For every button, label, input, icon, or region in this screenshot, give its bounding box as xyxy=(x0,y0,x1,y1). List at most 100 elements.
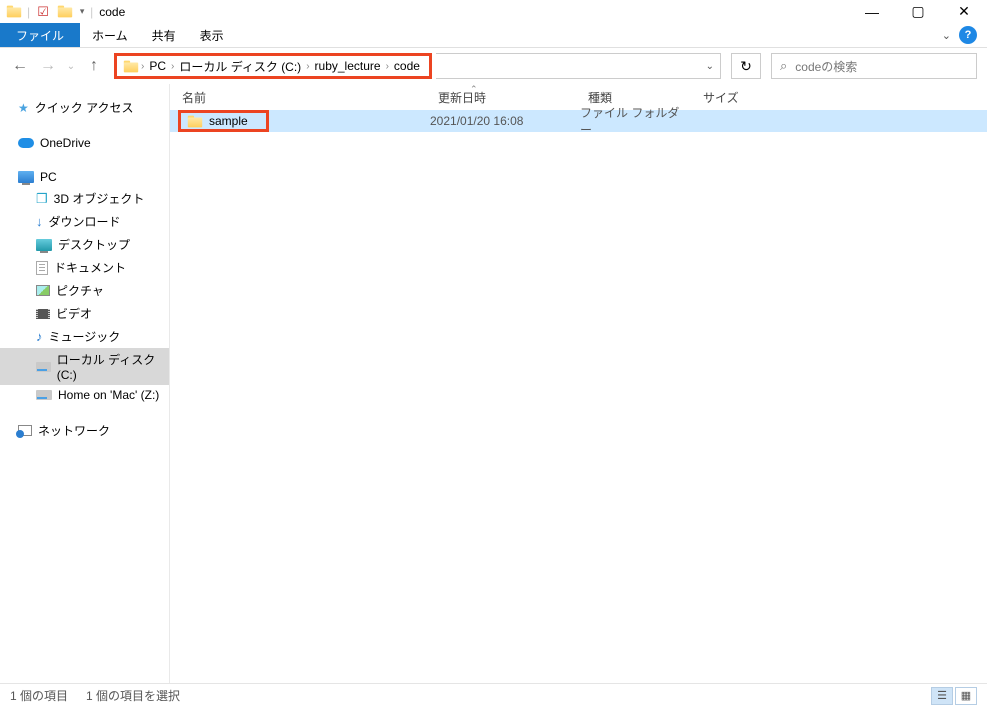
titlebar: | ☑ ▾ | code — ▢ ✕ xyxy=(0,0,987,23)
file-view: 名前 更新日時 種類 サイズ ⌃ sample 2021/01/20 16:08… xyxy=(170,84,987,683)
breadcrumb-folder2[interactable]: code xyxy=(391,59,423,73)
ribbon-tabs: ファイル ホーム 共有 表示 ⌄ ? xyxy=(0,23,987,48)
icons-view-button[interactable]: ▦ xyxy=(955,687,977,705)
refresh-button[interactable]: ↻ xyxy=(731,53,761,79)
sidebar-music[interactable]: ♪ ミュージック xyxy=(0,325,169,348)
sidebar-item-label: ミュージック xyxy=(49,328,121,345)
sidebar-item-label: ビデオ xyxy=(56,305,92,322)
cube-icon: ❒ xyxy=(36,191,48,207)
status-bar: 1 個の項目 1 個の項目を選択 ☰ ▦ xyxy=(0,683,987,707)
sidebar-downloads[interactable]: ↓ダウンロード xyxy=(0,210,169,233)
search-input[interactable]: ⌕ codeの検索 xyxy=(771,53,977,79)
cloud-icon xyxy=(18,138,34,148)
folder-icon xyxy=(3,1,25,23)
window-controls: — ▢ ✕ xyxy=(849,0,987,23)
file-name: sample xyxy=(209,114,248,128)
tab-share[interactable]: 共有 xyxy=(140,23,188,47)
sidebar-desktop[interactable]: デスクトップ xyxy=(0,233,169,256)
qat-dropdown[interactable]: ▾ xyxy=(76,1,88,23)
column-name[interactable]: 名前 xyxy=(170,84,430,110)
sidebar-onedrive[interactable]: OneDrive xyxy=(0,133,169,153)
navigation-pane: ★ クイック アクセス OneDrive PC ❒ 3D オブジェクト ↓ダウンロー… xyxy=(0,84,170,683)
music-icon: ♪ xyxy=(36,329,43,344)
folder-icon xyxy=(54,1,76,23)
ribbon-right: ⌄ ? xyxy=(942,23,987,47)
chevron-right-icon[interactable]: › xyxy=(386,61,389,72)
address-dropdown-icon[interactable]: ⌄ xyxy=(706,61,714,72)
chevron-right-icon[interactable]: › xyxy=(171,61,174,72)
sort-indicator-icon: ⌃ xyxy=(470,84,478,95)
back-button[interactable]: ← xyxy=(8,54,32,78)
sidebar-pc[interactable]: PC xyxy=(0,167,169,187)
file-list[interactable]: sample 2021/01/20 16:08 ファイル フォルダー xyxy=(170,110,987,683)
document-icon xyxy=(36,261,48,275)
search-icon: ⌕ xyxy=(780,58,787,74)
sidebar-item-label: クイック アクセス xyxy=(35,99,134,116)
help-icon[interactable]: ? xyxy=(959,26,977,44)
cell-name-wrapper: sample xyxy=(170,110,430,132)
sidebar-documents[interactable]: ドキュメント xyxy=(0,256,169,279)
sidebar-item-label: ローカル ディスク (C:) xyxy=(57,351,169,382)
column-headers: 名前 更新日時 種類 サイズ ⌃ xyxy=(170,84,987,110)
maximize-button[interactable]: ▢ xyxy=(895,0,941,23)
desktop-icon xyxy=(36,239,52,251)
sidebar-item-label: 3D オブジェクト xyxy=(54,190,145,207)
sidebar-network[interactable]: ネットワーク xyxy=(0,419,169,442)
close-button[interactable]: ✕ xyxy=(941,0,987,23)
address-bar-highlighted[interactable]: › PC › ローカル ディスク (C:) › ruby_lecture › c… xyxy=(114,53,432,79)
tab-home[interactable]: ホーム xyxy=(80,23,140,47)
column-type[interactable]: 種類 xyxy=(580,84,695,110)
minimize-button[interactable]: — xyxy=(849,0,895,23)
view-mode-buttons: ☰ ▦ xyxy=(931,687,977,705)
drive-icon xyxy=(36,390,52,400)
sidebar-pictures[interactable]: ピクチャ xyxy=(0,279,169,302)
sidebar-item-label: ネットワーク xyxy=(38,422,110,439)
file-date: 2021/01/20 16:08 xyxy=(430,114,580,128)
video-icon xyxy=(36,309,50,319)
filename-highlighted: sample xyxy=(178,110,269,132)
folder-icon xyxy=(124,60,138,72)
file-row[interactable]: sample 2021/01/20 16:08 ファイル フォルダー xyxy=(170,110,987,132)
picture-icon xyxy=(36,285,50,296)
sidebar-quick-access[interactable]: ★ クイック アクセス xyxy=(0,96,169,119)
tab-file[interactable]: ファイル xyxy=(0,23,80,47)
forward-button[interactable]: → xyxy=(36,54,60,78)
column-size[interactable]: サイズ xyxy=(695,84,775,110)
window-title: code xyxy=(99,5,125,19)
address-bar-rest[interactable]: ⌄ xyxy=(436,53,721,79)
chevron-right-icon[interactable]: › xyxy=(306,61,309,72)
breadcrumb-folder1[interactable]: ruby_lecture xyxy=(312,59,384,73)
separator: | xyxy=(90,5,93,19)
details-view-button[interactable]: ☰ xyxy=(931,687,953,705)
network-icon xyxy=(18,425,32,436)
body: ★ クイック アクセス OneDrive PC ❒ 3D オブジェクト ↓ダウンロー… xyxy=(0,84,987,683)
up-button[interactable]: ↑ xyxy=(82,54,106,78)
sidebar-item-label: PC xyxy=(40,170,57,184)
breadcrumb-drive[interactable]: ローカル ディスク (C:) xyxy=(176,58,304,75)
download-icon: ↓ xyxy=(36,214,43,229)
sidebar-3d-objects[interactable]: ❒ 3D オブジェクト xyxy=(0,187,169,210)
sidebar-item-label: OneDrive xyxy=(40,136,91,150)
status-item-count: 1 個の項目 xyxy=(10,687,68,704)
sidebar-videos[interactable]: ビデオ xyxy=(0,302,169,325)
star-icon: ★ xyxy=(18,101,29,115)
properties-button[interactable]: ☑ xyxy=(32,1,54,23)
quick-access-toolbar: | ☑ ▾ | xyxy=(3,1,95,23)
sidebar-home-mac[interactable]: Home on 'Mac' (Z:) xyxy=(0,385,169,405)
tab-view[interactable]: 表示 xyxy=(188,23,236,47)
drive-icon xyxy=(36,362,51,372)
sidebar-item-label: Home on 'Mac' (Z:) xyxy=(58,388,159,402)
navigation-bar: ← → ⌄ ↑ › PC › ローカル ディスク (C:) › ruby_lec… xyxy=(0,48,987,84)
chevron-right-icon: › xyxy=(141,61,144,72)
ribbon-expand-icon[interactable]: ⌄ xyxy=(942,29,951,42)
sidebar-item-label: デスクトップ xyxy=(58,236,130,253)
sidebar-item-label: ドキュメント xyxy=(54,259,126,276)
status-selected-count: 1 個の項目を選択 xyxy=(86,687,180,704)
separator: | xyxy=(27,5,30,19)
column-date[interactable]: 更新日時 xyxy=(430,84,580,110)
breadcrumb-pc[interactable]: PC xyxy=(146,59,169,73)
search-placeholder: codeの検索 xyxy=(795,58,857,75)
pc-icon xyxy=(18,171,34,183)
sidebar-local-disk[interactable]: ローカル ディスク (C:) xyxy=(0,348,169,385)
recent-dropdown[interactable]: ⌄ xyxy=(64,54,78,78)
